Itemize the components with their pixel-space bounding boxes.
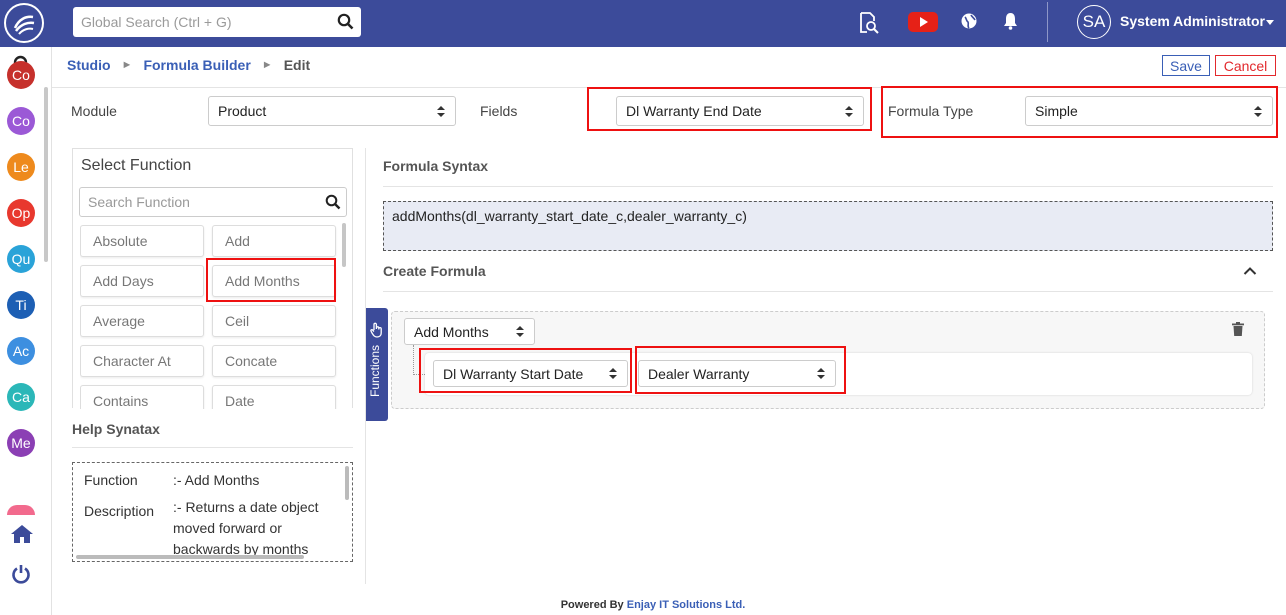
fields-label: Fields — [480, 103, 518, 119]
bell-icon[interactable] — [1003, 12, 1018, 33]
create-formula-title: Create Formula — [383, 263, 486, 279]
function-item[interactable]: Average — [80, 305, 204, 337]
user-avatar[interactable]: SA — [1077, 5, 1111, 39]
tree-connector — [413, 345, 414, 375]
fields-select[interactable]: Dl Warranty End Date — [616, 96, 864, 126]
function-select[interactable]: Add Months — [404, 318, 535, 345]
top-navbar: SA System Administrator — [0, 0, 1286, 47]
formula-type-select-value: Simple — [1035, 103, 1078, 119]
function-search[interactable] — [79, 187, 347, 217]
select-arrows-icon — [845, 106, 853, 118]
select-function-title: Select Function — [81, 157, 192, 174]
function-search-input[interactable] — [80, 188, 310, 216]
global-search[interactable] — [73, 7, 361, 37]
app-logo[interactable] — [4, 3, 44, 43]
globe-icon[interactable] — [961, 13, 977, 32]
formula-syntax-box[interactable]: addMonths(dl_warranty_start_date_c,deale… — [383, 201, 1273, 251]
section-divider — [383, 291, 1273, 292]
left-sidebar: Co Co Le Op Qu Ti Ac Ca Me — [0, 47, 52, 615]
sidebar-module-7[interactable]: Ca — [7, 383, 35, 411]
argument-2-value: Dealer Warranty — [648, 365, 750, 382]
search-icon[interactable] — [325, 194, 341, 213]
sidebar-module-5[interactable]: Ti — [7, 291, 35, 319]
highlight-box — [206, 258, 336, 302]
function-item[interactable]: Add — [212, 225, 336, 257]
select-arrows-icon — [1254, 106, 1262, 118]
youtube-icon[interactable] — [908, 12, 938, 32]
function-item[interactable]: Add Days — [80, 265, 204, 297]
select-arrows-icon — [817, 368, 825, 380]
formula-syntax-title: Formula Syntax — [383, 158, 489, 174]
footer: Powered By Enjay IT Solutions Ltd. — [0, 599, 1286, 611]
formula-type-label: Formula Type — [888, 103, 974, 119]
help-vertical-scrollbar[interactable] — [345, 466, 349, 500]
help-divider — [72, 447, 353, 448]
sidebar-scrollbar[interactable] — [44, 87, 48, 262]
functions-toggle-tab[interactable]: Functions — [366, 308, 388, 421]
function-item[interactable]: Absolute — [80, 225, 204, 257]
power-icon[interactable] — [11, 564, 31, 587]
section-divider — [383, 186, 1273, 187]
function-item[interactable]: Ceil — [212, 305, 336, 337]
help-horizontal-scrollbar[interactable] — [76, 555, 304, 559]
function-item[interactable]: Date — [212, 385, 336, 409]
fields-select-value: Dl Warranty End Date — [626, 103, 762, 119]
function-item[interactable]: Contains — [80, 385, 204, 409]
argument-1-select[interactable]: Dl Warranty Start Date — [433, 360, 628, 387]
user-menu-caret-icon[interactable] — [1266, 20, 1274, 25]
navbar-divider — [1047, 2, 1048, 42]
save-button[interactable]: Save — [1162, 55, 1210, 76]
breadcrumb-current: Edit — [283, 57, 311, 73]
search-document-icon[interactable] — [859, 12, 879, 37]
sidebar-module-1[interactable]: Co — [7, 107, 35, 135]
function-item[interactable]: Concate — [212, 345, 336, 377]
breadcrumb-formula-builder[interactable]: Formula Builder — [143, 57, 250, 73]
function-list-scrollbar[interactable] — [342, 223, 346, 267]
help-description-key: Description — [84, 503, 155, 519]
chevron-right-icon: ► — [261, 59, 273, 71]
sidebar-module-3[interactable]: Op — [7, 199, 35, 227]
sidebar-module-6[interactable]: Ac — [7, 337, 35, 365]
chevron-right-icon: ► — [121, 59, 133, 71]
module-label: Module — [71, 103, 117, 119]
help-syntax-title: Help Synatax — [72, 421, 160, 437]
trash-icon[interactable] — [1232, 322, 1244, 339]
function-list: Absolute Add Add Days Add Months Average Ceil… — [80, 225, 338, 409]
module-select[interactable]: Product — [208, 96, 456, 126]
argument-2-select[interactable]: Dealer Warranty — [638, 360, 836, 387]
sidebar-module-8[interactable]: Me — [7, 429, 35, 457]
breadcrumb: Studio ► Formula Builder ► Edit — [67, 57, 310, 73]
function-item[interactable]: Character At — [80, 345, 204, 377]
sidebar-module-partial[interactable] — [7, 505, 35, 515]
module-select-value: Product — [218, 103, 267, 119]
help-description-value: :- Returns a date object moved forward o… — [173, 499, 319, 557]
sidebar-module-2[interactable]: Le — [7, 153, 35, 181]
home-icon[interactable] — [10, 524, 34, 547]
search-icon[interactable] — [337, 13, 354, 33]
argument-1-value: Dl Warranty Start Date — [443, 365, 584, 382]
functions-tab-label: Functions — [368, 344, 382, 398]
help-function-value: :- Add Months — [173, 472, 260, 488]
user-name[interactable]: System Administrator — [1120, 13, 1265, 29]
global-search-input[interactable] — [73, 7, 323, 37]
select-arrows-icon — [609, 368, 617, 380]
sidebar-module-4[interactable]: Qu — [7, 245, 35, 273]
help-syntax-box: Function :- Add Months Description :- Re… — [72, 462, 353, 562]
breadcrumb-studio[interactable]: Studio — [67, 57, 111, 73]
formula-type-select[interactable]: Simple — [1025, 96, 1273, 126]
cancel-button[interactable]: Cancel — [1215, 55, 1276, 76]
select-arrows-icon — [516, 326, 524, 338]
select-arrows-icon — [437, 106, 445, 118]
chevron-up-icon[interactable] — [1243, 263, 1257, 279]
help-function-key: Function — [84, 472, 138, 488]
function-select-value: Add Months — [414, 323, 489, 340]
footer-company-link[interactable]: Enjay IT Solutions Ltd. — [627, 599, 746, 611]
formula-syntax-text: addMonths(dl_warranty_start_date_c,deale… — [392, 208, 747, 224]
sidebar-module-0[interactable]: Co — [7, 61, 35, 89]
footer-prefix: Powered By — [560, 599, 624, 611]
